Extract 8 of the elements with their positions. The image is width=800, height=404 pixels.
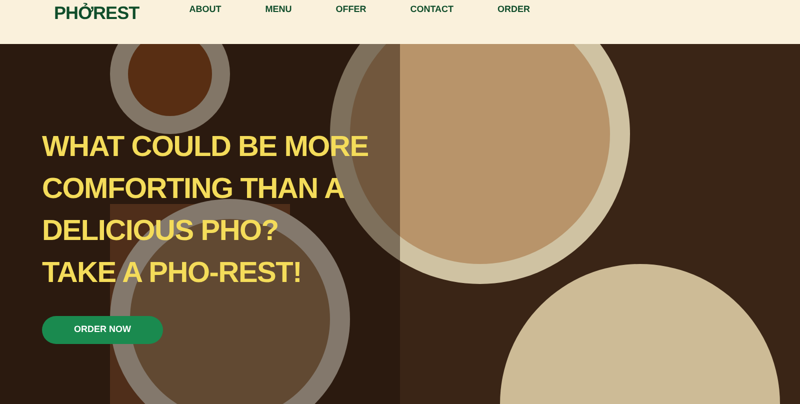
nav-link[interactable]: ORDER: [498, 4, 530, 14]
hero-heading: WHAT COULD BE MORE COMFORTING THAN A DELICIOUS PHO? TAKE A PHO-REST!: [42, 130, 370, 291]
order-now-button[interactable]: ORDER NOW: [42, 316, 163, 344]
nav-link[interactable]: CONTACT: [410, 4, 454, 14]
nav-link[interactable]: ABOUT: [189, 4, 222, 14]
nav-link[interactable]: OFFER: [336, 4, 366, 14]
site-logo[interactable]: PHỞREST: [54, 0, 140, 26]
nav-link[interactable]: MENU: [265, 4, 292, 14]
